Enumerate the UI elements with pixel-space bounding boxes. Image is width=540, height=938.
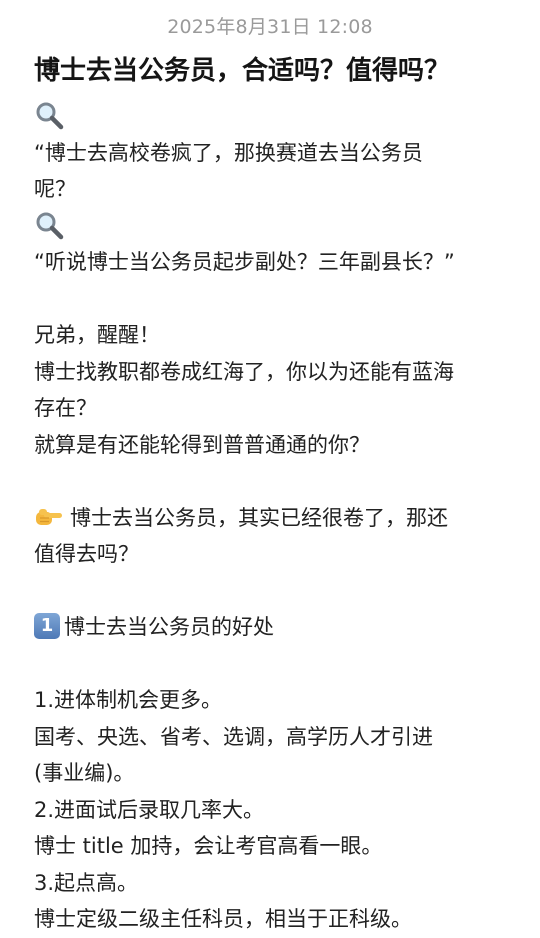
paragraph-1-line-2: 存在？	[34, 396, 97, 420]
point-line-1: 博士去当公务员，其实已经很卷了，那还	[34, 500, 508, 537]
item-3-detail: 博士定级二级主任科员，相当于正科级。	[34, 907, 412, 931]
item-3: 3.起点高。	[34, 870, 139, 895]
magnifier-line-2	[34, 208, 508, 245]
question-1-line-2: 呢？	[34, 177, 76, 201]
item-2: 2.进面试后录取几率大。	[34, 797, 265, 822]
item-2-detail: 博士 title 加持，会让考官高看一眼。	[34, 834, 383, 858]
post-title: 博士去当公务员，合适吗？值得吗？	[34, 56, 451, 86]
item-1-detail-line-2: (事业编)。	[34, 761, 135, 785]
point-text-1: 博士去当公务员，其实已经很卷了，那还	[70, 505, 448, 530]
keycap-one-icon: 1	[34, 612, 60, 639]
magnifying-glass-icon	[36, 212, 64, 239]
question-2: “听说博士当公务员起步副处？三年副县长？”	[34, 250, 455, 274]
timestamp: 2025年8月31日 12:08	[167, 16, 373, 38]
item-1-detail-line-1: 国考、央选、省考、选调，高学历人才引进	[34, 724, 433, 749]
wake-up-line: 兄弟，醒醒！	[34, 323, 160, 347]
question-1-line-1: “博士去高校卷疯了，那换赛道去当公务员	[34, 140, 423, 165]
point-line-2: 值得去吗？	[34, 542, 139, 566]
paragraph-1-line-1: 博士找教职都卷成红海了，你以为还能有蓝海	[34, 359, 454, 384]
pointing-hand-icon	[36, 508, 62, 525]
magnifier-line-1	[34, 98, 508, 135]
post-body: “博士去高校卷疯了，那换赛道去当公务员 呢？ “听说博士当公务员起步副处？三年副…	[34, 98, 508, 938]
magnifying-glass-icon	[36, 102, 64, 130]
item-1: 1.进体制机会更多。	[34, 688, 223, 712]
section-1-heading: 1 博士去当公务员的好处	[34, 609, 508, 646]
paragraph-1-line-3: 就算是有还能轮得到普普通通的你？	[34, 432, 370, 457]
section-1-heading-text: 博士去当公务员的好处	[64, 615, 274, 639]
